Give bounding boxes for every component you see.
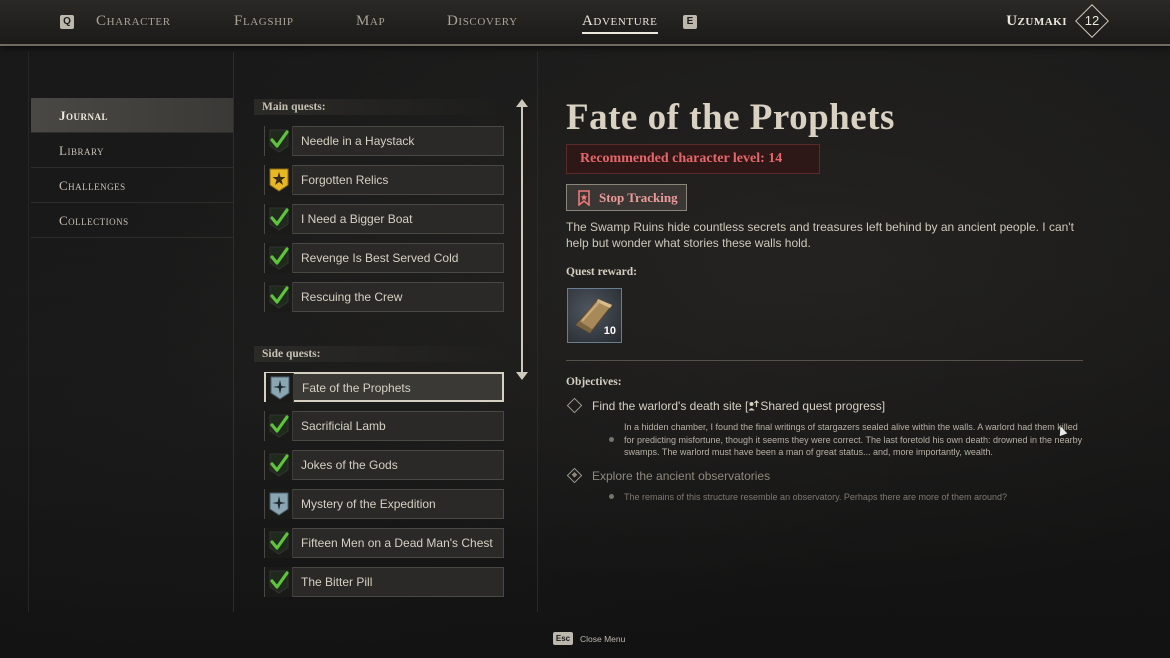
quest-label: Fifteen Men on a Dead Man's Chest [301,536,493,550]
stop-tracking-button[interactable]: Stop Tracking [566,184,687,211]
objective-2-note: The remains of this structure resemble a… [624,492,1008,502]
quest-label: The Bitter Pill [301,575,373,589]
checkmark-icon [265,450,293,480]
nav-tab-flagship[interactable]: Flagship [234,13,294,30]
compass-star-icon [266,373,294,403]
quest-label: Rescuing the Crew [301,290,403,304]
gold-star-icon [265,165,293,195]
checkmark-icon [265,204,293,234]
quest-list-scrollbar[interactable] [521,104,523,376]
q-key-hint[interactable]: Q [60,15,74,29]
stop-tracking-label: Stop Tracking [599,190,678,205]
quest-reward-heading: Quest reward: [566,266,638,278]
objective-1-shared-text: Shared quest progress] [760,399,886,413]
quest-description: The Swamp Ruins hide countless secrets a… [566,220,1074,250]
quest-label: Jokes of the Gods [301,458,398,472]
main-quests-heading: Main quests: [254,99,504,115]
scroll-down-arrow-icon[interactable] [516,372,528,380]
recommended-level-banner: Recommended character level: 14 [566,144,820,174]
quest-row[interactable]: Needle in a Haystack [264,126,504,156]
reward-item-slot[interactable]: 10 [567,288,622,343]
quest-row[interactable]: Forgotten Relics [264,165,504,195]
objective-1-title-text: Find the warlord's death site [ [592,399,749,413]
quest-row[interactable]: I Need a Bigger Boat [264,204,504,234]
player-level: 12 [1084,13,1100,28]
bookmark-icon [578,190,590,206]
quest-row[interactable]: Jokes of the Gods [264,450,504,480]
quest-label: Forgotten Relics [301,173,389,187]
objective-2-title: Explore the ancient observatories [592,469,771,483]
checkmark-icon [265,567,293,597]
quest-row[interactable]: The Bitter Pill [264,567,504,597]
quest-row[interactable]: Mystery of the Expedition [264,489,504,519]
quest-label: Mystery of the Expedition [301,497,436,511]
quest-label: I Need a Bigger Boat [301,212,413,226]
shared-progress-icon [748,400,760,411]
detail-divider [566,360,1083,361]
checkmark-icon [265,243,293,273]
close-menu-button[interactable]: Close Menu [580,634,625,644]
quest-label: Fate of the Prophets [302,381,411,395]
reward-quantity: 10 [603,325,616,337]
esc-key-hint[interactable]: Esc [553,632,573,645]
checkmark-icon [265,411,293,441]
nav-tab-discovery[interactable]: Discovery [447,13,518,30]
category-journal[interactable]: Journal [31,98,233,133]
quest-title: Fate of the Prophets [566,97,895,138]
nav-tab-adventure[interactable]: Adventure [582,13,658,34]
top-nav-bar: Q Character Flagship Map Discovery Adven… [0,0,1170,46]
quest-row[interactable]: Fifteen Men on a Dead Man's Chest [264,528,504,558]
compass-star-icon [265,489,293,519]
checkmark-icon [265,282,293,312]
category-library[interactable]: Library [31,133,233,168]
objective-1-note: In a hidden chamber, I found the final w… [624,422,1083,457]
player-name: Uzumaki [1006,13,1067,29]
quest-row[interactable]: Sacrificial Lamb [264,411,504,441]
objective-2-bullet [609,494,614,499]
quest-label: Sacrificial Lamb [301,419,386,433]
panel-divider [537,52,538,612]
side-quests-heading: Side quests: [254,346,504,362]
objectives-heading: Objectives: [566,376,622,388]
nav-tab-character[interactable]: Character [96,13,171,30]
category-panel: Journal Library Challenges Collections [28,52,234,612]
quest-row[interactable]: Fate of the Prophets [264,372,504,403]
quest-label: Revenge Is Best Served Cold [301,251,459,265]
quest-row[interactable]: Rescuing the Crew [264,282,504,312]
nav-tab-map[interactable]: Map [356,13,385,30]
quest-label: Needle in a Haystack [301,134,415,148]
quest-row[interactable]: Revenge Is Best Served Cold [264,243,504,273]
category-collections[interactable]: Collections [31,203,233,238]
objective-1-title: Find the warlord's death site [ Shared qu… [592,399,885,413]
e-key-hint[interactable]: E [683,15,697,29]
category-challenges[interactable]: Challenges [31,168,233,203]
checkmark-icon [265,126,293,156]
objective-1-bullet [609,437,614,442]
checkmark-icon [265,528,293,558]
